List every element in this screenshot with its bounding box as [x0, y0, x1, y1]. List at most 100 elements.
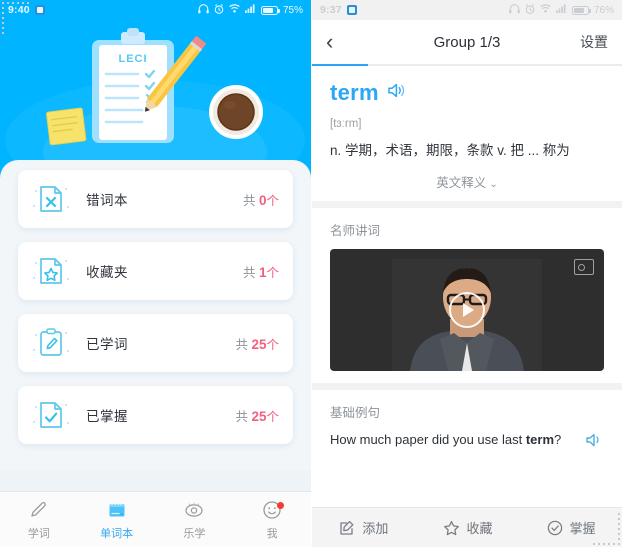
sentence-after: ?: [554, 432, 562, 448]
status-app-icon: [346, 5, 357, 15]
chevron-down-icon: ⌄: [489, 179, 498, 191]
lecture-video-player[interactable]: [330, 249, 604, 372]
tab-wordbook[interactable]: 单词本: [78, 492, 156, 547]
count-value: 25: [251, 336, 267, 352]
action-mastered[interactable]: 掌握: [519, 508, 622, 547]
count-value: 25: [251, 408, 267, 424]
tab-label: 单词本: [100, 527, 134, 540]
status-time: 9:40: [8, 4, 30, 16]
check-circle-icon: [547, 520, 563, 536]
battery-percent: 76%: [593, 4, 614, 16]
count-unit: 个: [266, 265, 279, 280]
tab-me[interactable]: 我: [233, 492, 311, 547]
word-row: term: [330, 80, 604, 106]
status-icons-group: 75%: [198, 3, 303, 17]
count-prefix: 共: [242, 265, 259, 280]
speaker-icon[interactable]: [387, 82, 406, 104]
video-section-title: 名师讲词: [330, 224, 381, 239]
tab-label: 我: [266, 527, 278, 540]
add-note-icon: [339, 520, 355, 536]
card-label: 错词本: [86, 193, 128, 208]
card-learned-words[interactable]: 已学词 共 25个: [18, 314, 293, 372]
star-icon: [443, 520, 460, 536]
right-phone-screen: 9:37 76% ‹ Group 1/3 设置 term [tɜːrm] n. …: [311, 0, 622, 547]
tab-label: 学词: [27, 527, 50, 540]
navigation-bar: ‹ Group 1/3 设置: [312, 20, 622, 64]
tab-fun-learn[interactable]: 乐学: [156, 492, 234, 547]
card-count: 共 25个: [235, 334, 279, 353]
action-label: 掌握: [569, 521, 596, 536]
speaker-icon[interactable]: [585, 432, 604, 453]
right-status-bar: 9:37 76%: [312, 0, 622, 20]
pen-icon: [29, 499, 49, 521]
wifi-icon: [540, 4, 551, 16]
battery-icon: [260, 5, 280, 15]
page-title: Group 1/3: [433, 33, 501, 51]
card-label: 收藏夹: [86, 265, 128, 280]
signal-icon: [244, 4, 256, 16]
word-text: term: [330, 80, 379, 105]
status-time: 9:37: [320, 4, 342, 16]
video-section: 名师讲词: [312, 208, 622, 372]
status-app-icon: [34, 5, 45, 15]
signal-icon: [555, 4, 567, 16]
notification-badge: [277, 502, 284, 509]
document-star-icon: [28, 248, 74, 294]
play-icon[interactable]: [449, 292, 485, 329]
card-favorites[interactable]: 收藏夹 共 1个: [18, 242, 293, 300]
illustration-svg: LECI: [5, 28, 305, 160]
action-label: 收藏: [466, 521, 493, 536]
headphone-icon: [198, 3, 209, 17]
count-unit: 个: [266, 409, 279, 424]
action-label: 添加: [362, 521, 389, 536]
section-divider: [312, 201, 622, 209]
count-unit: 个: [266, 337, 279, 352]
document-check-icon: [28, 392, 74, 438]
word-meaning: n. 学期，术语，期限，条款 v. 把 ... 称为: [330, 143, 570, 158]
battery-icon: [571, 5, 591, 15]
status-icons-group: 76%: [509, 3, 614, 17]
bottom-tab-bar: 学词 单词本 乐学 我: [0, 491, 311, 547]
english-definition-toggle[interactable]: 英文释义 ⌄: [330, 172, 604, 191]
bottom-action-bar: 添加 收藏 掌握: [312, 507, 622, 547]
wordbook-card-list: 错词本 共 0个 收藏夹 共 1个 已学词 共 25个 已掌握 共 25个: [0, 160, 311, 444]
tab-study-words[interactable]: 学词: [0, 492, 78, 547]
card-wrong-words[interactable]: 错词本 共 0个: [18, 170, 293, 228]
video-quality-icon: [574, 259, 594, 276]
headphone-icon: [509, 3, 520, 17]
settings-button[interactable]: 设置: [580, 32, 608, 52]
sentence-before: How much paper did you use last: [330, 432, 526, 448]
section-divider: [312, 383, 622, 391]
alarm-icon: [214, 3, 224, 17]
card-count: 共 1个: [243, 262, 279, 281]
document-x-icon: [28, 176, 74, 222]
svg-text:LECI: LECI: [118, 53, 147, 65]
card-label: 已掌握: [86, 409, 128, 424]
battery-percent: 75%: [282, 4, 303, 16]
english-definition-label: 英文释义: [436, 176, 487, 191]
eye-icon: [183, 499, 205, 521]
example-sentence-section: 基础例句 How much paper did you use last ter…: [312, 390, 622, 453]
clipboard-pen-icon: [28, 320, 74, 366]
notebook-icon: [107, 499, 127, 521]
count-prefix: 共: [235, 337, 252, 352]
sentence-section-title: 基础例句: [330, 406, 381, 421]
action-add[interactable]: 添加: [312, 508, 416, 547]
card-count: 共 25个: [235, 406, 279, 425]
alarm-icon: [525, 3, 535, 17]
back-icon[interactable]: ‹: [326, 31, 352, 53]
sentence-row: How much paper did you use last term?: [330, 431, 604, 453]
example-sentence: How much paper did you use last term?: [330, 431, 577, 450]
tab-label: 乐学: [183, 527, 206, 540]
screenshot-stage: 9:40 75% LECI 错词本 共 0个 收藏夹 共 1个 已学词 共 25…: [0, 0, 622, 547]
count-prefix: 共: [235, 409, 252, 424]
left-status-bar: 9:40 75%: [0, 0, 311, 20]
phonetic-text: [tɜːrm]: [330, 118, 362, 130]
sentence-highlight: term: [525, 432, 555, 448]
word-detail-block: term [tɜːrm] n. 学期，术语，期限，条款 v. 把 ... 称为 …: [312, 66, 622, 201]
wifi-icon: [229, 4, 240, 16]
action-favorite[interactable]: 收藏: [416, 508, 520, 547]
card-mastered[interactable]: 已掌握 共 25个: [18, 386, 293, 444]
left-phone-screen: 9:40 75% LECI 错词本 共 0个 收藏夹 共 1个 已学词 共 25…: [0, 0, 311, 547]
count-unit: 个: [266, 193, 279, 208]
